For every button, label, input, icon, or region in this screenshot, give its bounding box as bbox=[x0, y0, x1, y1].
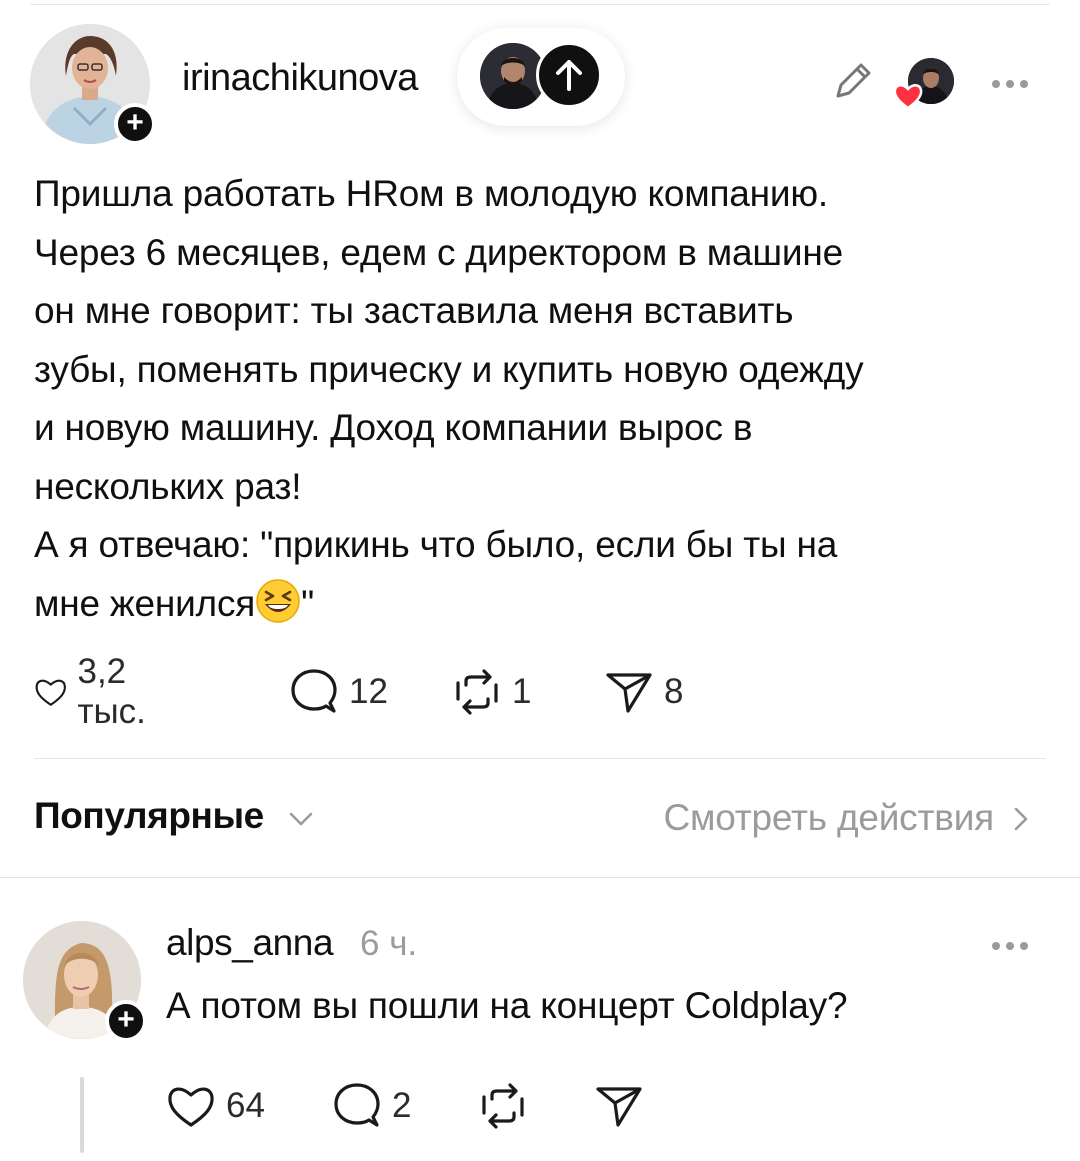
post-header: + irinachikunova bbox=[0, 0, 1080, 160]
sort-dropdown[interactable]: Популярные bbox=[34, 795, 264, 837]
repost-icon bbox=[482, 1083, 524, 1129]
speech-bubble-icon bbox=[291, 669, 337, 713]
repost-button[interactable]: 1 bbox=[452, 666, 531, 718]
section-divider bbox=[0, 877, 1080, 878]
heart-filled-icon bbox=[893, 82, 923, 110]
post-line: Через 6 месяцев, едем с директором в маш… bbox=[34, 231, 843, 273]
follow-reply-author-button[interactable]: + bbox=[105, 1000, 147, 1042]
share-button[interactable]: 8 bbox=[604, 666, 683, 718]
thread-line bbox=[80, 1077, 84, 1153]
follow-author-button[interactable]: + bbox=[114, 103, 156, 145]
send-icon bbox=[606, 673, 652, 713]
arrow-up-icon[interactable] bbox=[536, 42, 602, 108]
reply-text: А потом вы пошли на концерт Coldplay? bbox=[166, 985, 848, 1026]
repost-icon bbox=[456, 669, 498, 715]
pencil-icon[interactable] bbox=[830, 56, 878, 104]
chevron-down-icon[interactable] bbox=[286, 808, 316, 830]
heart-outline-icon bbox=[168, 1087, 214, 1127]
reply-repost-button[interactable] bbox=[478, 1080, 528, 1132]
reply-comment-count: 2 bbox=[392, 1086, 412, 1125]
author-username[interactable]: irinachikunova bbox=[182, 57, 418, 100]
more-dots-icon[interactable] bbox=[992, 75, 1036, 88]
comment-button[interactable]: 12 bbox=[289, 666, 388, 718]
reply-like-count: 64 bbox=[226, 1086, 265, 1125]
speech-bubble-icon bbox=[334, 1083, 380, 1127]
grinning-squinting-face-icon bbox=[255, 578, 301, 624]
comment-count: 12 bbox=[349, 672, 388, 711]
post-line-last: мне женился " bbox=[34, 575, 1034, 634]
repost-count: 1 bbox=[512, 672, 532, 711]
view-actions-link[interactable]: Смотреть действия bbox=[663, 797, 994, 839]
post-line: Пришла работать HRом в молодую компанию. bbox=[34, 173, 829, 214]
actions-divider bbox=[34, 758, 1046, 759]
reply-like-button[interactable]: 64 bbox=[166, 1080, 265, 1132]
chevron-right-icon[interactable] bbox=[1010, 802, 1032, 836]
more-dots-icon[interactable] bbox=[992, 937, 1036, 950]
reply-username[interactable]: alps_anna bbox=[166, 922, 334, 964]
like-count: 3,2 тыс. bbox=[77, 652, 146, 731]
reply-timestamp: 6 ч. bbox=[360, 924, 418, 963]
share-count: 8 bbox=[664, 672, 684, 711]
post-line: нескольких раз! bbox=[34, 465, 302, 507]
heart-outline-icon bbox=[35, 679, 66, 706]
reply-share-button[interactable] bbox=[594, 1080, 644, 1132]
like-button[interactable]: 3,2 тыс. bbox=[34, 652, 162, 731]
post-line: он мне говорит: ты заставила меня встави… bbox=[34, 290, 794, 331]
post-line-text: мне женился bbox=[34, 582, 256, 624]
post-line: А я отвечаю: "прикинь что было, если бы … bbox=[34, 524, 838, 565]
post-line: и новую машину. Доход компании вырос в bbox=[34, 407, 753, 448]
post-line: зубы, поменять прическу и купить новую о… bbox=[34, 348, 864, 390]
post-line-suffix: " bbox=[301, 582, 315, 624]
reply-comment-button[interactable]: 2 bbox=[332, 1080, 411, 1132]
post-body: Пришла работать HRом в молодую компанию.… bbox=[34, 165, 1034, 633]
send-icon bbox=[596, 1087, 642, 1127]
